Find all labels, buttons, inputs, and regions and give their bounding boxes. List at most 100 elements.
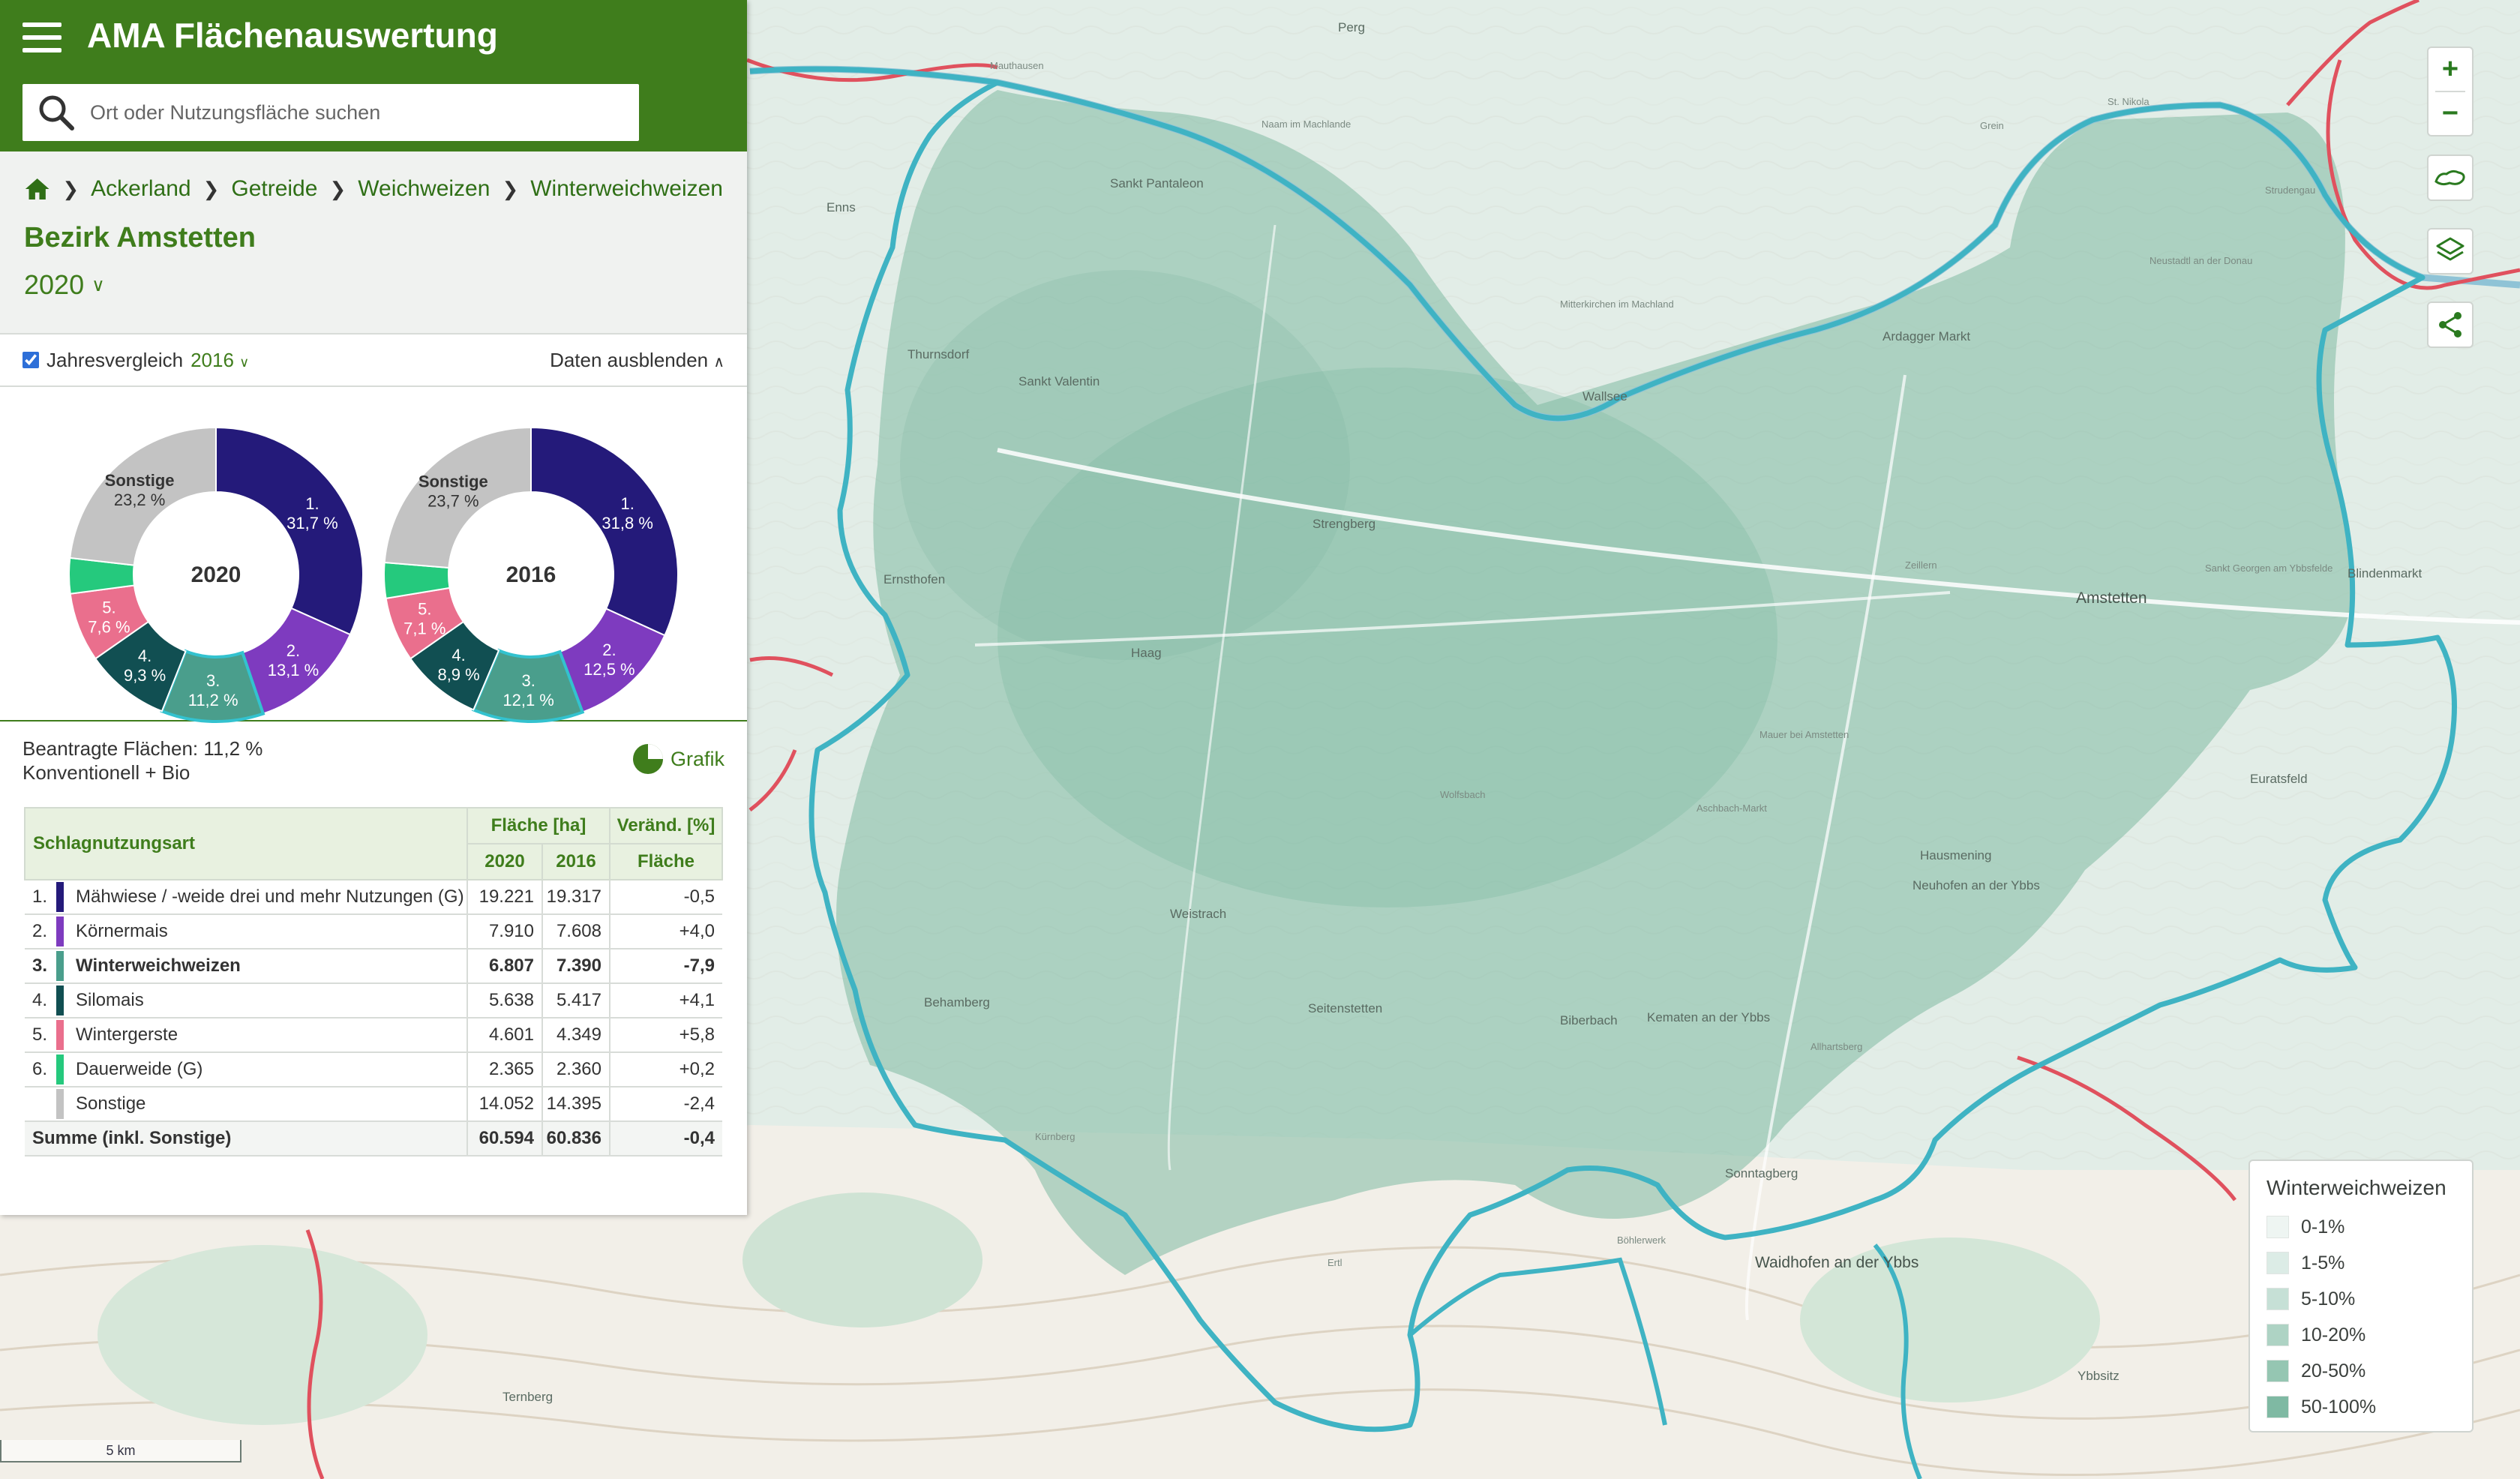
place-label: Mauer bei Amstetten bbox=[1760, 729, 1849, 740]
place-label: Aschbach-Markt bbox=[1696, 802, 1767, 814]
legend-swatch bbox=[2266, 1360, 2289, 1382]
row-area-2016: 4.349 bbox=[542, 1018, 610, 1053]
place-label: Strudengau bbox=[2265, 184, 2315, 196]
row-area-2016: 19.317 bbox=[542, 880, 610, 915]
layers-button[interactable] bbox=[2427, 228, 2474, 274]
top-bar: AMA Flächenauswertung bbox=[0, 0, 747, 152]
breadcrumb-item[interactable]: Winterweichweizen bbox=[530, 176, 723, 202]
place-label: St. Nikola bbox=[2108, 96, 2150, 107]
slice-value-label: 11,2 % bbox=[188, 691, 238, 710]
row-name: Körnermais bbox=[68, 914, 467, 950]
row-rank: 6. bbox=[25, 1052, 56, 1088]
search-input[interactable] bbox=[90, 100, 615, 124]
table-row[interactable]: 5. Wintergerste 4.601 4.349 +5,8 bbox=[25, 1018, 722, 1053]
legend-swatch bbox=[2266, 1216, 2289, 1238]
row-color-bar bbox=[56, 1052, 68, 1088]
hide-data-toggle[interactable]: Daten ausblenden ∧ bbox=[550, 349, 724, 372]
legend-label: 20-50% bbox=[2301, 1360, 2366, 1382]
row-rank bbox=[25, 1087, 56, 1122]
menu-icon[interactable] bbox=[22, 22, 62, 52]
farming-type: Konventionell + Bio bbox=[22, 761, 190, 784]
slice-value-label: 7,6 % bbox=[88, 617, 130, 636]
slice-value-label: 12,1 % bbox=[502, 691, 554, 710]
row-name: Sonstige bbox=[68, 1087, 467, 1122]
share-button[interactable] bbox=[2427, 302, 2474, 348]
comparison-year-value: 2016 bbox=[190, 348, 234, 371]
row-color-bar bbox=[56, 949, 68, 984]
slice-rank-label: 3. bbox=[521, 671, 535, 690]
chevron-down-icon: ∨ bbox=[239, 354, 250, 370]
zoom-out-button[interactable]: − bbox=[2428, 92, 2472, 135]
slice-rank-label: 3. bbox=[206, 671, 220, 690]
slice-rank-label: 2. bbox=[602, 640, 616, 659]
breadcrumb-item[interactable]: Getreide bbox=[231, 176, 317, 202]
row-area-2016: 2.360 bbox=[542, 1052, 610, 1088]
selection-header: ❯ Ackerland ❯ Getreide ❯ Weichweizen ❯ W… bbox=[0, 152, 747, 334]
app-title: AMA Flächenauswertung bbox=[87, 16, 498, 55]
row-name: Dauerweide (G) bbox=[68, 1052, 467, 1088]
column-header-type: Schlagnutzungsart bbox=[24, 807, 468, 880]
year-value: 2020 bbox=[24, 269, 85, 300]
sum-change: -0,4 bbox=[609, 1121, 722, 1156]
row-area-2020: 7.910 bbox=[466, 914, 542, 950]
slice-value-label: 8,9 % bbox=[437, 665, 479, 684]
year-comparison-checkbox[interactable] bbox=[22, 352, 39, 368]
place-label: Sonntagberg bbox=[1725, 1166, 1798, 1180]
slice-rank-label: 4. bbox=[452, 646, 465, 664]
place-label: Weistrach bbox=[1170, 907, 1226, 921]
row-change: +4,1 bbox=[609, 983, 722, 1018]
table-row[interactable]: Sonstige 14.052 14.395 -2,4 bbox=[25, 1087, 722, 1122]
zoom-in-button[interactable]: + bbox=[2428, 48, 2472, 91]
share-icon bbox=[2439, 312, 2462, 338]
place-label: Amstetten bbox=[2076, 590, 2147, 607]
place-label: Sankt Valentin bbox=[1018, 374, 1100, 388]
row-area-2020: 19.221 bbox=[466, 880, 542, 915]
table-row[interactable]: 2. Körnermais 7.910 7.608 +4,0 bbox=[25, 914, 722, 950]
table-row[interactable]: 3. Winterweichweizen 6.807 7.390 -7,9 bbox=[25, 949, 722, 984]
layers-icon bbox=[2436, 237, 2464, 261]
row-color-bar bbox=[56, 914, 68, 950]
row-area-2016: 5.417 bbox=[542, 983, 610, 1018]
row-area-2020: 6.807 bbox=[466, 949, 542, 984]
land-use-table: Schlagnutzungsart Fläche [ha] Veränd. [%… bbox=[24, 807, 723, 1156]
legend-swatch bbox=[2266, 1252, 2289, 1274]
year-selector[interactable]: 2020 ∨ bbox=[24, 269, 105, 301]
sum-area-2020: 60.594 bbox=[466, 1121, 542, 1156]
place-label: Ybbsitz bbox=[2078, 1369, 2120, 1383]
place-label: Ardagger Markt bbox=[1882, 329, 1970, 344]
table-row[interactable]: 6. Dauerweide (G) 2.365 2.360 +0,2 bbox=[25, 1052, 722, 1088]
row-rank: 3. bbox=[25, 949, 56, 984]
comparison-bar: Jahresvergleich 2016 ∨ Daten ausblenden … bbox=[0, 334, 747, 387]
place-label: Kürnberg bbox=[1035, 1131, 1075, 1142]
chart-toggle-button[interactable]: Grafik bbox=[632, 742, 724, 776]
boundary-toggle-button[interactable] bbox=[2427, 154, 2474, 201]
slice-rank-label: 1. bbox=[620, 494, 634, 513]
legend-items: 0-1% 1-5% 5-10% 10-20% 20-50% 50-100% bbox=[2266, 1209, 2456, 1425]
comparison-year-selector[interactable]: 2016 ∨ bbox=[190, 349, 249, 372]
place-label: Thurnsdorf bbox=[908, 347, 969, 362]
slice-rank-label: 1. bbox=[305, 494, 319, 513]
color-swatch bbox=[56, 951, 64, 981]
color-swatch bbox=[56, 1054, 64, 1084]
donut-chart-comparison: 1. 31,8 % 2. 12,5 % 3. 12,1 % 4. 8,9 % 5. 7,1 % So… bbox=[381, 424, 681, 724]
legend-label: 1-5% bbox=[2301, 1252, 2345, 1274]
row-change: +0,2 bbox=[609, 1052, 722, 1088]
home-icon[interactable] bbox=[24, 176, 50, 202]
donut-svg: 1.31,7 % 2.13,1 % 3.11,2 % 4.9,3 % 5.7,6 % So… bbox=[68, 426, 364, 723]
district-title: Bezirk Amstetten bbox=[24, 222, 256, 254]
row-area-2016: 14.395 bbox=[542, 1087, 610, 1122]
color-swatch bbox=[56, 882, 64, 912]
breadcrumb-item[interactable]: Ackerland bbox=[91, 176, 190, 202]
place-label: Böhlerwerk bbox=[1617, 1234, 1666, 1246]
search-icon[interactable] bbox=[22, 84, 90, 141]
zoom-control: + − bbox=[2427, 46, 2474, 136]
donut-charts: 1. 31,7 % 2. 13,1 % 3. 11,2 % 4. 9,3 % 5. 7,6 % So… bbox=[0, 387, 747, 724]
table-row[interactable]: 1. Mähwiese / -weide drei und mehr Nutzun… bbox=[25, 880, 722, 915]
place-label: Behamberg bbox=[924, 995, 990, 1010]
table-row[interactable]: 4. Silomais 5.638 5.417 +4,1 bbox=[25, 983, 722, 1018]
breadcrumb-item[interactable]: Weichweizen bbox=[358, 176, 490, 202]
row-change: -0,5 bbox=[609, 880, 722, 915]
slice-rank-label: 5. bbox=[418, 600, 431, 619]
breadcrumb: ❯ Ackerland ❯ Getreide ❯ Weichweizen ❯ W… bbox=[24, 172, 723, 206]
place-label: Kematen an der Ybbs bbox=[1647, 1010, 1770, 1024]
